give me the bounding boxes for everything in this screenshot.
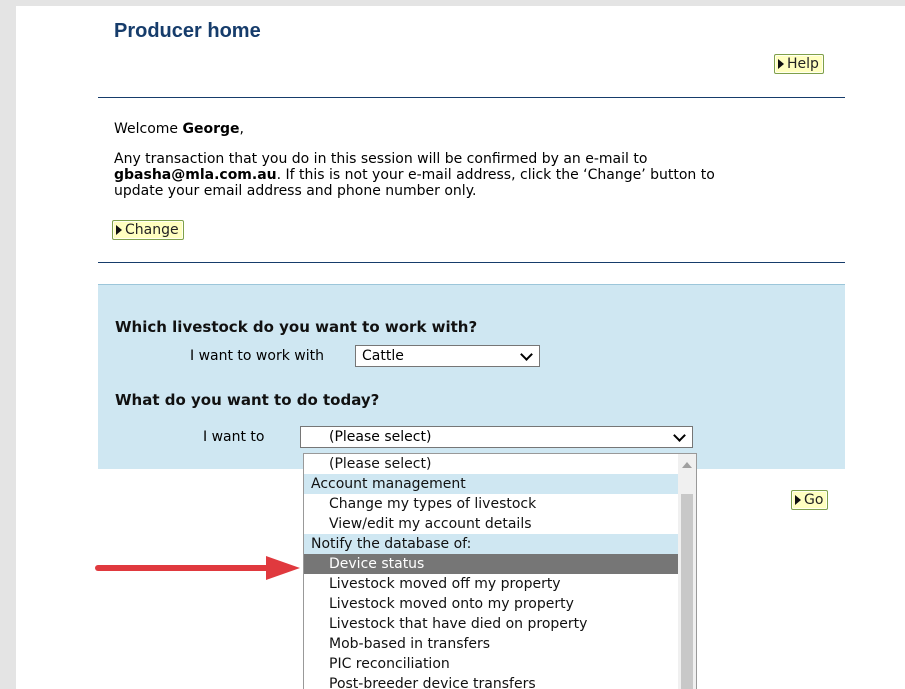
scroll-up-icon[interactable] [682, 462, 692, 468]
livestock-label: I want to work with [190, 348, 324, 364]
dropdown-option[interactable]: Change my types of livestock [304, 494, 679, 514]
dropdown-option[interactable]: PIC reconciliation [304, 654, 679, 674]
go-button-label: Go [804, 492, 824, 508]
play-arrow-icon [116, 225, 122, 235]
confirmation-info: Any transaction that you do in this sess… [114, 151, 715, 199]
chevron-down-icon [673, 429, 686, 442]
dropdown-option[interactable]: View/edit my account details [304, 514, 679, 534]
dropdown-option[interactable]: Post-breeder device transfers [304, 674, 679, 689]
dropdown-option[interactable]: Device status [304, 554, 679, 574]
divider [98, 262, 845, 263]
dropdown-option[interactable]: Livestock moved off my property [304, 574, 679, 594]
help-button[interactable]: Help [774, 54, 824, 74]
chevron-down-icon [520, 348, 533, 361]
annotation-arrow-icon [95, 556, 300, 580]
action-dropdown-list[interactable]: (Please select) Account management Change … [303, 453, 697, 689]
divider [98, 97, 845, 98]
welcome-message: Welcome George, [114, 121, 244, 137]
help-button-label: Help [787, 56, 819, 72]
action-label: I want to [203, 429, 265, 445]
user-email: gbasha@mla.com.au [114, 167, 277, 183]
livestock-question: Which livestock do you want to work with… [115, 318, 478, 336]
page-content: Producer home Help Welcome George, Any t… [16, 6, 905, 689]
scrollbar[interactable] [678, 454, 696, 689]
options-panel: Which livestock do you want to work with… [98, 284, 845, 469]
page-title: Producer home [114, 20, 261, 42]
go-button[interactable]: Go [791, 490, 829, 510]
play-arrow-icon [778, 59, 784, 69]
play-arrow-icon [795, 495, 801, 505]
change-button[interactable]: Change [112, 220, 184, 240]
livestock-select[interactable]: Cattle [355, 345, 540, 367]
change-button-label: Change [125, 222, 179, 238]
dropdown-group-label: Notify the database of: [304, 534, 679, 554]
dropdown-option[interactable]: Livestock that have died on property [304, 614, 679, 634]
scrollbar-thumb[interactable] [681, 494, 693, 689]
action-select[interactable]: (Please select) [300, 426, 693, 448]
action-question: What do you want to do today? [115, 391, 380, 409]
dropdown-group-label: Account management [304, 474, 679, 494]
dropdown-option[interactable]: (Please select) [304, 454, 679, 474]
dropdown-option[interactable]: Livestock moved onto my property [304, 594, 679, 614]
user-name: George [182, 121, 240, 137]
dropdown-option[interactable]: Mob-based in transfers [304, 634, 679, 654]
